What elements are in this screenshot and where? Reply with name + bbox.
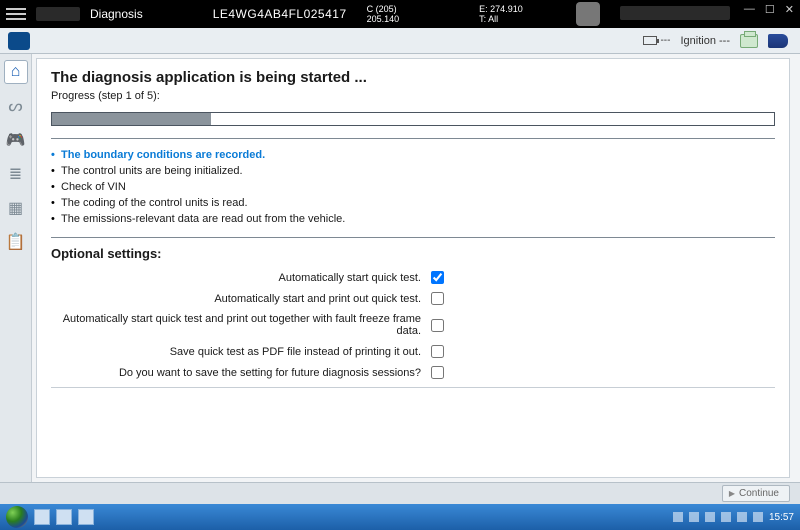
progress-steps: The boundary conditions are recorded.The… xyxy=(51,147,775,227)
taskbar-app-1[interactable] xyxy=(34,509,50,525)
stethoscope-icon[interactable]: ᔕ xyxy=(4,94,28,118)
option-row: Save quick test as PDF file instead of p… xyxy=(51,345,775,358)
progress-bar xyxy=(51,112,775,126)
help-book-icon[interactable] xyxy=(768,34,788,48)
divider xyxy=(51,387,775,388)
option-label: Automatically start quick test. xyxy=(51,272,431,284)
main-panel: The diagnosis application is being start… xyxy=(36,58,790,478)
device-icon xyxy=(576,2,600,26)
tray-icon[interactable] xyxy=(689,512,699,522)
divider xyxy=(51,237,775,238)
option-checkbox-0[interactable] xyxy=(431,271,444,284)
tray-icon[interactable] xyxy=(673,512,683,522)
vehicle-vin: LE4WG4AB4FL025417 xyxy=(213,7,347,21)
option-label: Automatically start and print out quick … xyxy=(51,293,431,305)
option-label: Do you want to save the setting for futu… xyxy=(51,367,431,379)
system-tray: 15:57 xyxy=(673,512,794,523)
grid-icon[interactable]: ▦ xyxy=(4,196,28,220)
vehicle-icon[interactable] xyxy=(8,32,30,50)
window-maximize-button[interactable]: ☐ xyxy=(765,3,775,16)
progress-step: The control units are being initialized. xyxy=(51,163,775,179)
taskbar-clock: 15:57 xyxy=(769,512,794,523)
tray-icon[interactable] xyxy=(753,512,763,522)
left-sidebar: ⌂ ᔕ 🎮 ≣ ▦ 📋 xyxy=(0,54,32,482)
battery-icon xyxy=(643,36,657,45)
progress-step: Check of VIN xyxy=(51,179,775,195)
option-row: Automatically start quick test. xyxy=(51,271,775,284)
hamburger-icon[interactable] xyxy=(6,5,26,23)
report-icon[interactable]: 📋 xyxy=(4,230,28,254)
progress-fill xyxy=(52,113,211,125)
option-checkbox-3[interactable] xyxy=(431,345,444,358)
start-button[interactable] xyxy=(6,506,28,528)
vehicle-meta-right: E: 274.910T: All xyxy=(479,4,523,24)
list-icon[interactable]: ≣ xyxy=(4,162,28,186)
option-row: Automatically start quick test and print… xyxy=(51,313,775,337)
window-minimize-button[interactable]: — xyxy=(744,3,755,16)
window-close-button[interactable]: ✕ xyxy=(785,3,794,16)
taskbar-app-2[interactable] xyxy=(56,509,72,525)
window-titlebar: Diagnosis LE4WG4AB4FL025417 C (205)205.1… xyxy=(0,0,800,28)
tray-icon[interactable] xyxy=(705,512,715,522)
progress-step: The coding of the control units is read. xyxy=(51,195,775,211)
optional-heading: Optional settings: xyxy=(51,246,775,261)
redacted-logo xyxy=(36,7,80,21)
app-title: Diagnosis xyxy=(90,7,143,21)
continue-button[interactable]: Continue xyxy=(722,485,790,502)
taskbar-app-3[interactable] xyxy=(78,509,94,525)
option-checkbox-4[interactable] xyxy=(431,366,444,379)
ignition-status: Ignition --- xyxy=(680,35,730,47)
page-heading: The diagnosis application is being start… xyxy=(51,69,775,86)
progress-step: The boundary conditions are recorded. xyxy=(51,147,775,163)
option-row: Automatically start and print out quick … xyxy=(51,292,775,305)
redacted-area xyxy=(620,6,730,20)
gamepad-icon[interactable]: 🎮 xyxy=(4,128,28,152)
tray-icon[interactable] xyxy=(737,512,747,522)
divider xyxy=(51,138,775,139)
windows-taskbar: 15:57 xyxy=(0,504,800,530)
option-label: Automatically start quick test and print… xyxy=(51,313,431,337)
battery-status: --- xyxy=(643,35,670,46)
option-checkbox-2[interactable] xyxy=(431,319,444,332)
option-checkbox-1[interactable] xyxy=(431,292,444,305)
app-toolbar: --- Ignition --- xyxy=(0,28,800,54)
option-label: Save quick test as PDF file instead of p… xyxy=(51,346,431,358)
home-icon[interactable]: ⌂ xyxy=(4,60,28,84)
progress-step: The emissions-relevant data are read out… xyxy=(51,211,775,227)
progress-label: Progress (step 1 of 5): xyxy=(51,90,775,102)
vehicle-meta-left: C (205)205.140 xyxy=(367,4,400,24)
footer-button-bar: Continue xyxy=(0,482,800,504)
printer-icon[interactable] xyxy=(740,34,758,48)
tray-icon[interactable] xyxy=(721,512,731,522)
option-row: Do you want to save the setting for futu… xyxy=(51,366,775,379)
